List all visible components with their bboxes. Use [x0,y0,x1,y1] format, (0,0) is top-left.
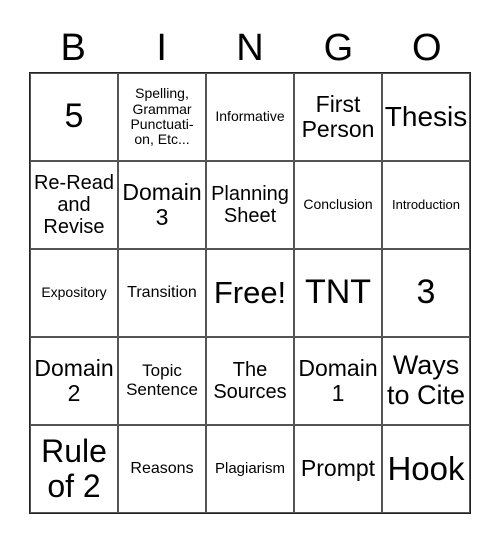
cell-text: Ways to Cite [386,350,466,410]
bingo-cell[interactable]: Prompt [294,425,382,513]
bingo-cell[interactable]: Hook [382,425,470,513]
cell-text: Reasons [130,460,194,478]
bingo-header: B I N G O [29,24,471,72]
bingo-cell[interactable]: Transition [118,249,206,337]
cell-text: Rule of 2 [41,432,107,504]
bingo-cell[interactable]: Informative [206,73,294,161]
cell-text: 3 [416,273,436,312]
cell-text: Plagiarism [214,459,286,477]
free-space-cell[interactable]: Free! [206,249,294,337]
cell-text: Domain 2 [34,354,114,406]
bingo-grid: 5 Spelling, Grammar Punctuati-on, Etc...… [29,72,471,514]
bingo-cell[interactable]: Spelling, Grammar Punctuati-on, Etc... [118,73,206,161]
bingo-cell[interactable]: 3 [382,249,470,337]
bingo-cell[interactable]: Thesis [382,73,470,161]
bingo-cell[interactable]: TNT [294,249,382,337]
header-letter-i: I [156,27,167,69]
cell-text: Prompt [300,455,376,482]
cell-text: Informative [215,108,285,125]
header-letter-b: B [60,27,86,69]
header-letter-n: N [236,27,264,69]
cell-text: Topic Sentence [126,361,198,399]
cell-text: Introduction [392,196,460,212]
bingo-cell[interactable]: Expository [30,249,118,337]
cell-text: TNT [304,273,372,312]
bingo-cell[interactable]: Re-Read and Revise [30,161,118,249]
bingo-cell[interactable]: Reasons [118,425,206,513]
cell-text: Transition [127,284,197,302]
header-letter-o: O [412,27,442,69]
bingo-cell[interactable]: Planning Sheet [206,161,294,249]
bingo-cell[interactable]: Domain 1 [294,337,382,425]
bingo-cell[interactable]: Domain 3 [118,161,206,249]
bingo-cell[interactable]: Introduction [382,161,470,249]
cell-text: Hook [387,449,465,487]
bingo-cell[interactable]: First Person [294,73,382,161]
bingo-cell[interactable]: Ways to Cite [382,337,470,425]
cell-text: Free! [213,274,287,310]
cell-text: Domain 1 [298,354,378,406]
bingo-cell[interactable]: Topic Sentence [118,337,206,425]
cell-text: Planning Sheet [211,183,289,227]
bingo-cell[interactable]: 5 [30,73,118,161]
cell-text: Thesis [384,100,468,132]
bingo-cell[interactable]: Plagiarism [206,425,294,513]
bingo-cell[interactable]: The Sources [206,337,294,425]
cell-text: The Sources [213,359,287,403]
cell-text: Domain 3 [122,178,202,230]
cell-text: 5 [64,97,84,136]
bingo-cell[interactable]: Domain 2 [30,337,118,425]
cell-text: Re-Read and Revise [33,172,115,238]
cell-text: Expository [41,284,107,301]
cell-text: Spelling, Grammar Punctuati-on, Etc... [130,85,194,148]
cell-text: First Person [301,90,375,142]
header-letter-g: G [323,27,354,69]
bingo-cell[interactable]: Conclusion [294,161,382,249]
cell-text: Conclusion [303,196,373,213]
bingo-cell[interactable]: Rule of 2 [30,425,118,513]
